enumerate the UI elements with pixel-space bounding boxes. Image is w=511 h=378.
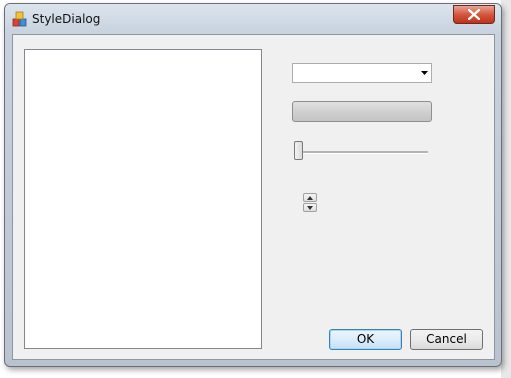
- spin-up-button[interactable]: [303, 193, 317, 202]
- close-icon: [468, 9, 480, 20]
- close-button[interactable]: [453, 5, 495, 24]
- screenshot-stage: StyleDialog OK Cancel: [0, 0, 511, 378]
- style-dialog-window: StyleDialog OK Cancel: [4, 3, 502, 367]
- arrow-down-icon: [307, 206, 313, 210]
- preview-list-box[interactable]: [24, 49, 262, 349]
- wide-button[interactable]: [292, 101, 432, 122]
- app-icon: [12, 11, 28, 27]
- backdrop: [501, 0, 511, 378]
- style-combo-box[interactable]: [292, 63, 432, 83]
- slider-thumb[interactable]: [294, 141, 303, 160]
- chevron-down-icon[interactable]: [421, 71, 428, 75]
- window-title: StyleDialog: [32, 12, 101, 26]
- spin-down-button[interactable]: [303, 203, 317, 212]
- dialog-client-area: OK Cancel: [12, 34, 495, 360]
- ok-button[interactable]: OK: [329, 329, 402, 350]
- title-bar[interactable]: StyleDialog: [5, 4, 501, 34]
- cancel-button[interactable]: Cancel: [410, 329, 483, 350]
- slider-track[interactable]: [296, 151, 428, 154]
- arrow-up-icon: [307, 196, 313, 200]
